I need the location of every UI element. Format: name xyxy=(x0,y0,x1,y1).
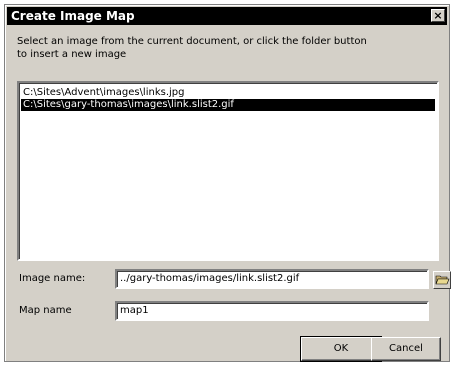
image-name-label: Image name: xyxy=(19,273,86,284)
list-item-selected[interactable]: C:\Sites\gary-thomas\images\link.slist2.… xyxy=(21,99,435,111)
close-button[interactable]: × xyxy=(431,9,445,22)
image-list[interactable]: C:\Sites\Advent\images\links.jpg C:\Site… xyxy=(17,81,439,261)
folder-open-icon xyxy=(435,275,450,285)
create-image-map-dialog: Create Image Map × Select an image from … xyxy=(4,4,451,362)
browse-folder-button[interactable] xyxy=(433,271,451,289)
image-name-field[interactable]: ../gary-thomas/images/link.slist2.gif xyxy=(115,269,429,289)
dialog-title: Create Image Map xyxy=(11,9,135,23)
map-name-field[interactable]: map1 xyxy=(115,301,429,321)
title-bar: Create Image Map × xyxy=(7,7,447,25)
map-name-label: Map name xyxy=(19,305,72,316)
list-item[interactable]: C:\Sites\Advent\images\links.jpg xyxy=(21,87,435,99)
cancel-button[interactable]: Cancel xyxy=(371,337,441,361)
instructions-text: Select an image from the current documen… xyxy=(17,36,367,60)
ok-button[interactable]: OK xyxy=(300,336,382,362)
close-icon: × xyxy=(433,9,443,22)
